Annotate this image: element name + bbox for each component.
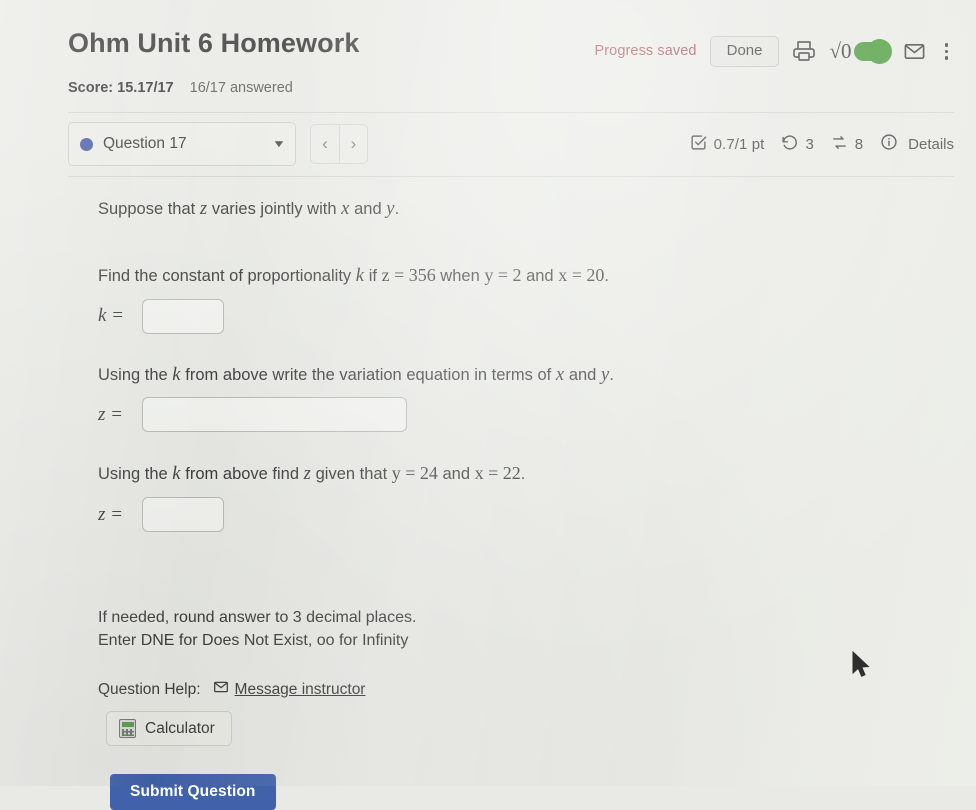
text-fragment: and: [564, 365, 601, 384]
answer-row-z-value: z =: [98, 497, 936, 532]
toggle-switch[interactable]: [853, 38, 892, 64]
message-instructor-label: Message instructor: [234, 680, 366, 698]
text-fragment: and: [437, 465, 475, 484]
question-help-label: Question Help:: [98, 680, 201, 698]
next-question-button[interactable]: ›: [339, 124, 368, 164]
problem-statement-1: Suppose that z varies jointly with x and…: [98, 196, 936, 224]
problem-statement-3: Using the k from above write the variati…: [98, 362, 936, 390]
toolbar-divider: [68, 176, 954, 177]
text-fragment: given that: [311, 465, 392, 484]
question-status-dot: [80, 137, 93, 151]
problem-statement-4: Using the k from above find z given that…: [98, 460, 936, 489]
math-var-k: k: [172, 464, 181, 485]
math-var-k: k: [172, 364, 181, 385]
info-icon[interactable]: [880, 133, 898, 155]
sqrt-icon: √0: [829, 38, 852, 63]
question-nav: ‹ ›: [310, 124, 368, 164]
assignment-page: Ohm Unit 6 Homework Score: 15.17/17 16/1…: [0, 0, 976, 810]
text-fragment: from above find: [180, 465, 304, 484]
text-fragment: if: [364, 266, 382, 285]
text-fragment: and: [521, 266, 559, 285]
math-entry-toggle[interactable]: √0: [829, 38, 892, 64]
question-help-row: Question Help: Message instructor: [98, 679, 936, 700]
answer-label-k: k =: [98, 305, 125, 326]
text-fragment: Suppose that: [98, 200, 200, 218]
math-eq-x: x = 22: [474, 463, 521, 484]
calculator-label: Calculator: [145, 719, 215, 737]
retry-icon: [781, 134, 798, 155]
text-fragment: varies jointly with: [207, 200, 342, 218]
text-fragment: and: [349, 200, 387, 218]
text-fragment: .: [604, 266, 609, 285]
question-toolbar: Question 17 ▼ ‹ › 0.7/1 pt 3 8 Details: [68, 120, 954, 168]
page-title: Ohm Unit 6 Homework: [68, 28, 360, 58]
math-eq-x: x = 20: [558, 264, 605, 285]
text-fragment: Using the: [98, 465, 173, 484]
mail-icon[interactable]: [903, 40, 926, 63]
math-var-z: z: [303, 464, 312, 485]
text-fragment: .: [520, 465, 526, 484]
math-var-k: k: [355, 265, 365, 286]
header-actions: Progress saved Done √0: [594, 36, 954, 67]
text-fragment: .: [394, 200, 400, 218]
question-label: Question 17: [103, 135, 187, 152]
rounding-note: If needed, round answer to 3 decimal pla…: [98, 609, 417, 626]
text-fragment: from above write the variation equation …: [180, 365, 556, 384]
answer-input-k[interactable]: [142, 298, 224, 334]
answer-row-k: k =: [98, 298, 936, 334]
text-fragment: Using the: [98, 365, 173, 384]
answer-label-z-equation: z =: [98, 403, 123, 425]
envelope-icon: [213, 679, 229, 700]
header-divider: [68, 112, 954, 113]
question-content: Suppose that z varies jointly with x and…: [98, 196, 936, 810]
submit-question-button[interactable]: Submit Question: [110, 774, 276, 810]
math-eq-y: y = 24: [391, 463, 438, 484]
math-var-x: x: [555, 364, 565, 385]
question-meta: 0.7/1 pt 3 8 Details: [690, 133, 954, 155]
calculator-icon: [119, 719, 136, 739]
text-fragment: .: [609, 365, 614, 384]
question-selector[interactable]: Question 17 ▼: [68, 122, 296, 166]
kebab-menu-icon[interactable]: [939, 41, 955, 62]
prev-question-button[interactable]: ‹: [310, 124, 339, 164]
progress-saved-status: Progress saved: [594, 43, 697, 60]
done-button[interactable]: Done: [709, 36, 780, 67]
answer-label-z-value: z =: [98, 503, 123, 525]
answer-input-z-value[interactable]: [142, 497, 224, 532]
attempts-count: 3: [805, 135, 814, 153]
shuffle-versions-icon: [831, 134, 848, 155]
text-fragment: Find the constant of proportionality: [98, 266, 356, 285]
problem-statement-2: Find the constant of proportionality k i…: [98, 262, 936, 291]
answer-input-z-equation[interactable]: [142, 397, 407, 433]
math-eq-z: z = 356: [381, 264, 436, 285]
checkbox-check-icon: [690, 134, 707, 155]
dne-note: Enter DNE for Does Not Exist, oo for Inf…: [98, 632, 409, 650]
chevron-down-icon[interactable]: ▼: [272, 139, 286, 150]
page-header: Ohm Unit 6 Homework Score: 15.17/17 16/1…: [0, 0, 976, 113]
math-eq-y: y = 2: [484, 264, 522, 285]
score-summary: Score: 15.17/17 16/17 answered: [68, 80, 293, 96]
message-instructor-link[interactable]: Message instructor: [213, 679, 366, 700]
points-value: 0.7/1 pt: [713, 135, 765, 153]
answered-count: 16/17 answered: [189, 80, 293, 96]
print-icon[interactable]: [792, 39, 816, 63]
calculator-button[interactable]: Calculator: [106, 711, 232, 747]
details-link[interactable]: Details: [908, 136, 954, 153]
score-value: Score: 15.17/17: [68, 80, 174, 96]
answer-row-equation: z =: [98, 397, 936, 433]
text-fragment: when: [435, 266, 485, 285]
versions-count: 8: [854, 135, 864, 153]
math-var-x: x: [341, 199, 350, 219]
math-var-y: y: [386, 199, 395, 219]
